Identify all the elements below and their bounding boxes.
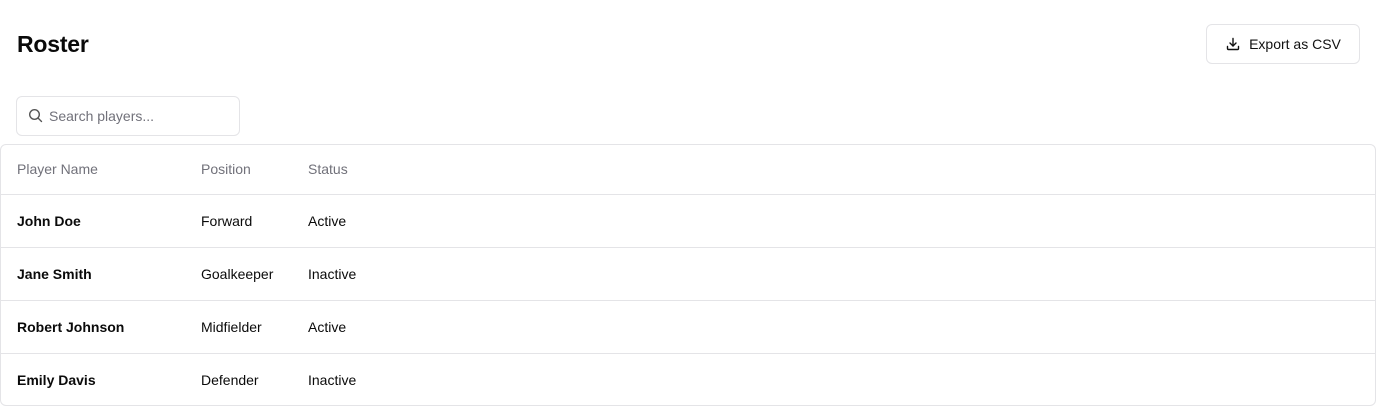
search-icon — [28, 108, 43, 123]
roster-page: Roster Export as CSV Player — [0, 0, 1376, 406]
table-row[interactable]: John Doe Forward Active — [1, 194, 1375, 248]
status-cell: Active — [308, 300, 1375, 354]
column-header-player-name[interactable]: Player Name — [1, 145, 201, 195]
search-input[interactable] — [49, 97, 237, 135]
table-row[interactable]: Jane Smith Goalkeeper Inactive — [1, 247, 1375, 301]
status-cell: Inactive — [308, 371, 357, 388]
export-csv-button[interactable]: Export as CSV — [1206, 24, 1360, 64]
table-body: John Doe Forward Active Jane Smith Goalk… — [1, 194, 1375, 405]
page-title: Roster — [17, 31, 89, 57]
table-header: Player Name Position Status — [1, 145, 1375, 195]
player-name-cell: Jane Smith — [1, 247, 201, 301]
status-cell: Inactive — [308, 247, 1375, 301]
position-cell: Goalkeeper — [201, 247, 308, 301]
column-header-status[interactable]: Status — [308, 145, 1375, 195]
position-cell: Forward — [201, 194, 308, 248]
player-name-cell: Emily Davis — [17, 371, 96, 388]
export-csv-label: Export as CSV — [1249, 36, 1341, 52]
search-box — [16, 96, 240, 136]
position-cell: Midfielder — [201, 300, 308, 354]
download-icon — [1225, 36, 1241, 52]
page-header: Roster Export as CSV — [0, 0, 1376, 88]
player-name-cell: Robert Johnson — [1, 300, 201, 354]
position-cell: Defender — [201, 371, 259, 388]
table-row[interactable]: Emily Davis Defender Inactive — [1, 353, 1375, 405]
roster-table: Player Name Position Status John Doe For… — [0, 144, 1376, 406]
table-row[interactable]: Robert Johnson Midfielder Active — [1, 300, 1375, 354]
column-header-position[interactable]: Position — [201, 145, 308, 195]
status-cell: Active — [308, 194, 1375, 248]
table-header-row: Player Name Position Status — [1, 145, 1375, 195]
player-name-cell: John Doe — [1, 194, 201, 248]
